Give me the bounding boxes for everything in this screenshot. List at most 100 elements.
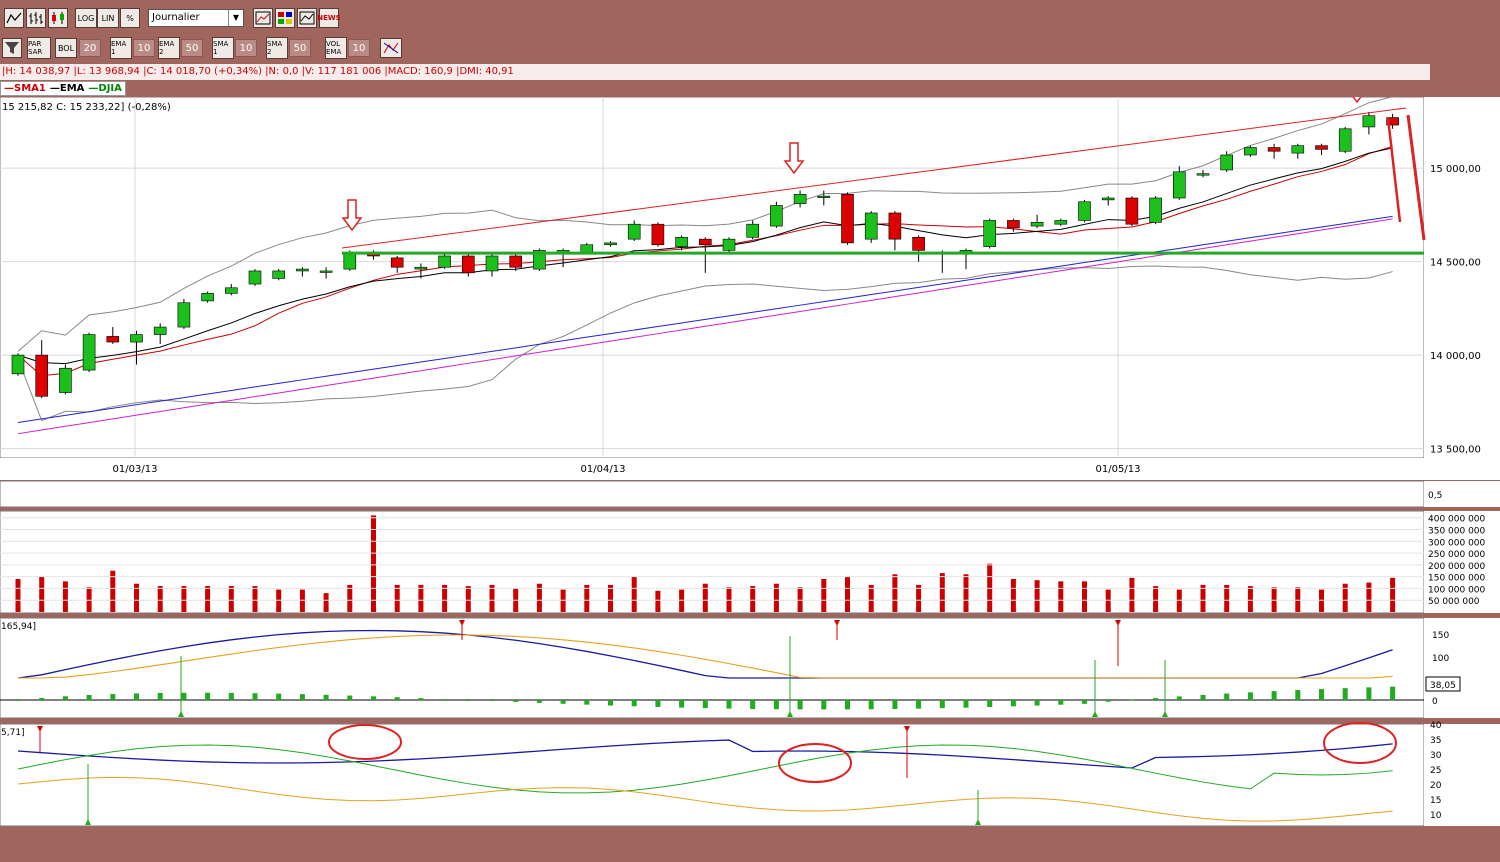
macd-histogram-bar: [560, 700, 566, 704]
dmi-pane[interactable]: [0, 723, 1425, 827]
macd-histogram-bar: [584, 700, 590, 705]
macd-histogram-bar: [1105, 700, 1111, 702]
macd-histogram-bar: [1153, 698, 1159, 700]
ema2-button[interactable]: EMA 2: [158, 37, 180, 59]
ema1-button[interactable]: EMA 1: [110, 37, 132, 59]
volume-bar: [86, 587, 92, 612]
macd-histogram-bar: [323, 694, 329, 700]
news-button[interactable]: NEWS: [317, 8, 341, 28]
bol-period[interactable]: 20: [79, 39, 101, 57]
volume-tick-label: 100 000 000: [1428, 585, 1486, 595]
macd-histogram-bar: [631, 700, 637, 707]
indicator-pane-1[interactable]: [0, 480, 1425, 508]
sma2-button[interactable]: SMA 2: [266, 37, 288, 59]
compare-button[interactable]: [297, 8, 317, 28]
candle-up: [343, 253, 357, 270]
funnel-button[interactable]: [2, 38, 22, 58]
candle-up: [11, 354, 25, 375]
volume-bar: [299, 589, 305, 612]
period-select-value: Journalier: [152, 12, 200, 23]
volume-bar: [1034, 580, 1040, 612]
candle-up: [793, 193, 807, 204]
volume-pane[interactable]: [0, 510, 1425, 614]
colors-button[interactable]: [275, 8, 295, 28]
legend-item-djia[interactable]: —DJIA: [88, 82, 121, 95]
legend-item-sma1[interactable]: —SMA1: [4, 82, 46, 95]
date-tick-label: 01/04/13: [581, 464, 626, 475]
volume-bar: [347, 584, 353, 612]
candle-up: [485, 255, 499, 272]
chart-settings-button[interactable]: [253, 8, 273, 28]
candle-down: [106, 336, 120, 343]
price-pane[interactable]: [0, 97, 1425, 459]
ema1-period[interactable]: 10: [133, 39, 155, 57]
volume-bar: [1200, 584, 1206, 612]
candle-up: [746, 223, 760, 238]
candle-up: [580, 244, 594, 253]
volume-bar: [323, 593, 329, 612]
macd-histogram-bar: [86, 695, 92, 700]
volume-bar: [39, 576, 45, 612]
volume-bar: [1010, 579, 1016, 612]
macd-histogram-bar: [1082, 700, 1087, 704]
candle-up: [817, 195, 831, 198]
date-tick-label: 01/03/13: [113, 464, 158, 475]
candle-up: [59, 367, 72, 393]
macd-pane[interactable]: [0, 617, 1425, 719]
macd-histogram-bar: [987, 700, 993, 708]
volume-tick-label: 300 000 000: [1428, 538, 1486, 548]
macd-histogram-bar: [655, 700, 661, 707]
volume-bar: [1129, 577, 1135, 612]
volume-bar: [655, 590, 661, 612]
candle-down: [1315, 145, 1328, 150]
candle-up: [983, 220, 997, 247]
candle-up: [1244, 147, 1257, 156]
macd-histogram-bar: [252, 693, 258, 700]
vol-ema-button[interactable]: VOL EMA: [325, 37, 347, 59]
macd-histogram-bar: [442, 699, 448, 701]
volume-bar: [442, 584, 448, 612]
bar-chart-button[interactable]: [26, 8, 46, 28]
log-button[interactable]: LOG: [75, 8, 97, 28]
volume-bar: [205, 586, 211, 612]
chart-area[interactable]: 15 215,82 C: 15 233,22] (-0,28%) 13 500,…: [0, 97, 1500, 842]
draw-tool-button[interactable]: [380, 38, 402, 58]
legend-item-ema[interactable]: —EMA: [50, 82, 85, 95]
sma1-button[interactable]: SMA 1: [212, 37, 234, 59]
lin-button[interactable]: LIN: [97, 8, 119, 28]
dmi-tick-label: 30: [1430, 751, 1442, 761]
candle-up: [1101, 197, 1115, 201]
candlestick-button[interactable]: [48, 8, 68, 28]
volume-bar: [868, 584, 874, 612]
volume-tick-label: 400 000 000: [1428, 515, 1486, 525]
candle-up: [1220, 154, 1233, 171]
line-chart-icon: [6, 12, 22, 24]
ema2-period[interactable]: 50: [181, 39, 203, 57]
macd-histogram-bar: [750, 700, 756, 709]
candle-up: [319, 270, 333, 273]
bol-button[interactable]: BOL: [55, 38, 77, 58]
macd-histogram-bar: [1366, 687, 1372, 700]
sma2-period[interactable]: 50: [289, 39, 311, 57]
ohlc-icon: [29, 12, 43, 24]
period-select[interactable]: Journalier ▼: [148, 9, 244, 27]
line-chart-button[interactable]: [4, 8, 24, 28]
candle-up: [130, 334, 143, 343]
vol-ema-period[interactable]: 10: [348, 39, 370, 57]
volume-bar: [62, 581, 68, 612]
volume-bar: [916, 584, 922, 612]
macd-histogram-bar: [418, 698, 424, 700]
percent-button[interactable]: %: [120, 8, 140, 28]
candle-up: [1149, 197, 1162, 223]
macd-histogram-bar: [1058, 700, 1064, 705]
chart-settings-icon: [255, 11, 271, 25]
volume-bar: [987, 563, 993, 612]
dmi-tick-label: 35: [1430, 736, 1441, 746]
volume-bar: [1247, 586, 1253, 612]
dmi-tick-label: 40: [1430, 721, 1442, 731]
candle-down: [35, 354, 49, 397]
par-sar-button[interactable]: PAR SAR: [27, 37, 51, 59]
macd-histogram-bar: [536, 700, 542, 703]
sma1-period[interactable]: 10: [235, 39, 257, 57]
volume-bar: [1366, 582, 1372, 612]
